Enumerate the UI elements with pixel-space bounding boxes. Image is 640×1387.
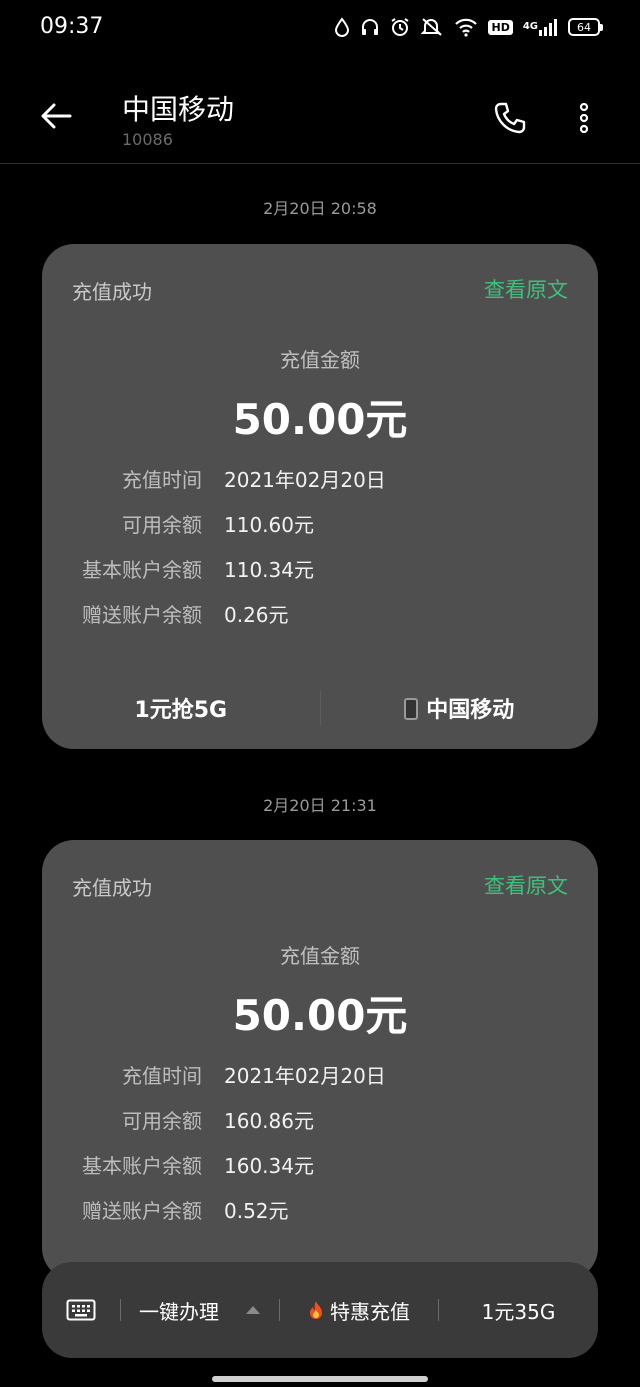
mute-icon <box>420 14 444 40</box>
card-title: 充值成功 <box>72 876 152 900</box>
recharge-card[interactable]: 充值成功 查看原文 充值金额 50.00元 充值时间 2021年02月20日 可… <box>42 840 598 1280</box>
card-actions: 1元抢5G 中国移动 <box>42 682 598 734</box>
detail-row: 可用余额 160.86元 <box>42 1105 598 1135</box>
contact-name: 中国移动 <box>122 93 235 126</box>
detail-label: 基本账户余额 <box>82 558 202 582</box>
mobile-phone-icon <box>404 698 419 720</box>
detail-row: 可用余额 110.60元 <box>42 509 598 539</box>
back-button[interactable] <box>34 94 78 138</box>
amount-label: 充值金额 <box>280 944 360 968</box>
phone-icon <box>494 102 526 134</box>
battery-icon: 64 <box>568 14 603 40</box>
action-label: 中国移动 <box>426 698 515 723</box>
status-icons: HD 4G 64 <box>334 14 603 40</box>
detail-label: 充值时间 <box>122 468 202 492</box>
detail-label: 赠送账户余额 <box>82 603 202 627</box>
quick-action-bar: 一键办理 特惠充值 1元35G <box>42 1262 598 1358</box>
recharge-label: 特惠充值 <box>330 1299 410 1324</box>
signal-icon: 4G <box>523 14 558 40</box>
water-drop-icon <box>334 14 350 40</box>
alarm-icon <box>390 14 410 40</box>
message-timestamp: 2月20日 20:58 <box>263 199 377 218</box>
detail-value: 160.86元 <box>224 1109 314 1133</box>
hd-icon: HD <box>488 14 513 40</box>
special-recharge-button[interactable]: 特惠充值 <box>280 1296 438 1325</box>
call-button[interactable] <box>488 96 532 140</box>
amount-value: 50.00元 <box>232 991 408 1040</box>
message-timestamp: 2月20日 21:31 <box>263 796 377 815</box>
view-original-link[interactable]: 查看原文 <box>484 870 568 900</box>
view-original-link[interactable]: 查看原文 <box>484 274 568 304</box>
amount-value: 50.00元 <box>232 395 408 444</box>
detail-value: 0.26元 <box>224 603 289 627</box>
one-key-label: 一键办理 <box>139 1299 219 1324</box>
home-indicator[interactable] <box>212 1376 428 1382</box>
detail-row: 赠送账户余额 0.52元 <box>42 1195 598 1225</box>
fire-icon <box>310 1301 322 1319</box>
more-options-button[interactable] <box>562 96 606 140</box>
wifi-icon <box>454 14 478 40</box>
detail-value: 2021年02月20日 <box>224 1064 386 1088</box>
action-china-mobile-button[interactable]: 中国移动 <box>321 692 599 724</box>
arrow-left-icon <box>41 103 72 129</box>
detail-value: 110.34元 <box>224 558 314 582</box>
status-time: 09:37 <box>40 14 104 39</box>
caret-up-icon <box>246 1306 260 1314</box>
detail-label: 可用余额 <box>122 513 202 537</box>
headphones-icon <box>360 14 380 40</box>
one-key-service-button[interactable]: 一键办理 <box>121 1296 279 1325</box>
more-vertical-icon <box>579 103 589 133</box>
detail-row: 基本账户余额 160.34元 <box>42 1150 598 1180</box>
contact-number: 10086 <box>122 130 173 149</box>
detail-label: 赠送账户余额 <box>82 1199 202 1223</box>
detail-value: 160.34元 <box>224 1154 314 1178</box>
data-plan-button[interactable]: 1元35G <box>439 1296 598 1325</box>
keyboard-icon <box>66 1299 96 1321</box>
detail-value: 0.52元 <box>224 1199 289 1223</box>
detail-label: 基本账户余额 <box>82 1154 202 1178</box>
recharge-card[interactable]: 充值成功 查看原文 充值金额 50.00元 充值时间 2021年02月20日 可… <box>42 244 598 749</box>
detail-value: 110.60元 <box>224 513 314 537</box>
status-bar: 09:37 HD 4G 64 <box>0 0 640 56</box>
amount-label: 充值金额 <box>280 348 360 372</box>
detail-row: 基本账户余额 110.34元 <box>42 554 598 584</box>
detail-row: 充值时间 2021年02月20日 <box>42 464 598 494</box>
detail-value: 2021年02月20日 <box>224 468 386 492</box>
detail-label: 可用余额 <box>122 1109 202 1133</box>
detail-label: 充值时间 <box>122 1064 202 1088</box>
conversation-header: 中国移动 10086 <box>0 56 640 164</box>
detail-row: 充值时间 2021年02月20日 <box>42 1060 598 1090</box>
detail-row: 赠送账户余额 0.26元 <box>42 599 598 629</box>
card-title: 充值成功 <box>72 280 152 304</box>
keyboard-toggle-button[interactable] <box>42 1299 120 1321</box>
action-5g-button[interactable]: 1元抢5G <box>42 692 320 724</box>
